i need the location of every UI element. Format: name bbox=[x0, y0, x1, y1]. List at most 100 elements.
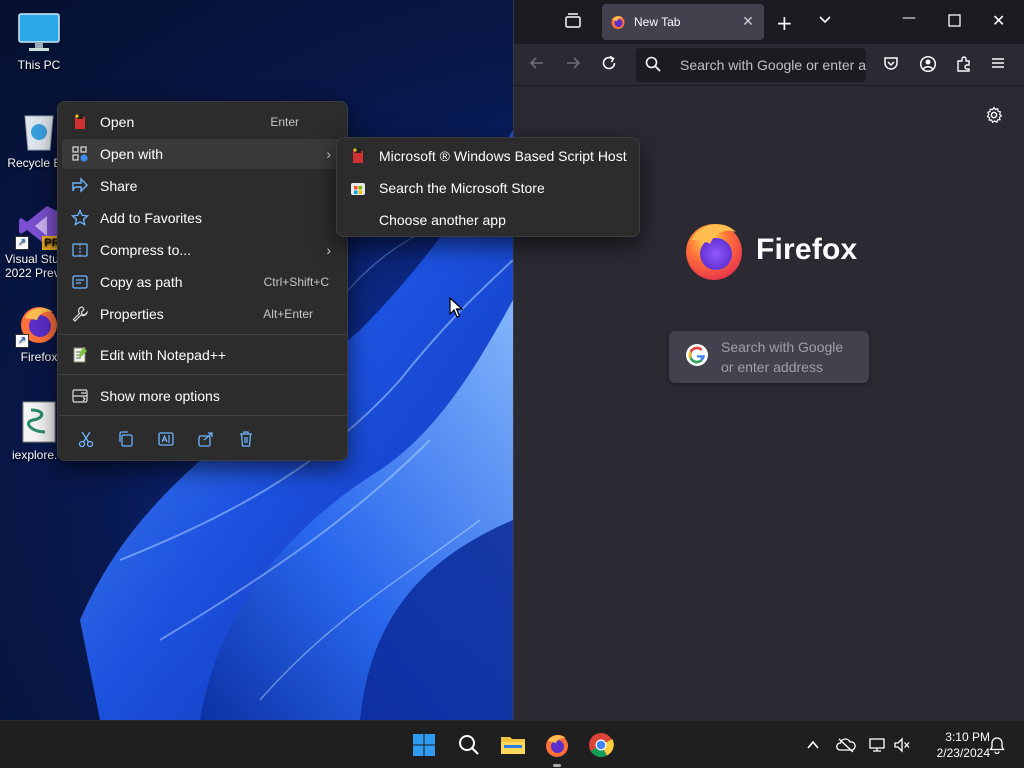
notification-bell-icon[interactable] bbox=[986, 721, 1008, 768]
menu-item-label: Show more options bbox=[100, 388, 220, 404]
visual-studio-icon: PRE ↗ bbox=[15, 204, 69, 250]
cut-icon[interactable] bbox=[66, 426, 106, 452]
menu-item-open[interactable]: Open Enter bbox=[62, 107, 343, 137]
star-icon bbox=[70, 208, 90, 228]
menu-item-add-to-favorites[interactable]: Add to Favorites bbox=[62, 203, 343, 233]
taskbar: 3:10 PM 2/23/2024 bbox=[0, 720, 1024, 768]
chevron-right-icon: › bbox=[326, 146, 331, 162]
file-explorer-button[interactable] bbox=[497, 729, 529, 761]
google-icon bbox=[685, 343, 709, 371]
list-all-tabs-icon[interactable] bbox=[818, 12, 832, 31]
script-icon bbox=[70, 112, 90, 132]
system-clock[interactable]: 3:10 PM 2/23/2024 bbox=[918, 729, 990, 761]
menu-separator bbox=[58, 374, 347, 375]
open-with-icon bbox=[70, 144, 90, 164]
close-window-icon[interactable]: ✕ bbox=[992, 11, 1005, 30]
copy-path-icon bbox=[70, 272, 90, 292]
gear-icon[interactable] bbox=[985, 106, 1003, 128]
menu-item-label: Properties bbox=[100, 306, 164, 322]
firefox-wordmark: Firefox bbox=[756, 233, 858, 266]
menu-item-edit-with-notepad[interactable]: Edit with Notepad++ bbox=[62, 340, 343, 370]
reload-icon[interactable] bbox=[600, 54, 618, 76]
start-button[interactable] bbox=[408, 729, 440, 761]
menu-item-show-more-options[interactable]: Show more options bbox=[62, 381, 343, 411]
menu-item-shortcut: Ctrl+Shift+C bbox=[263, 275, 329, 289]
account-icon[interactable] bbox=[919, 55, 937, 77]
back-icon[interactable] bbox=[528, 54, 546, 76]
folder-icon bbox=[501, 737, 525, 754]
running-indicator bbox=[553, 764, 561, 767]
new-tab-search-box[interactable]: Search with Google or enter address bbox=[669, 331, 869, 383]
menu-item-properties[interactable]: Properties Alt+Enter bbox=[62, 299, 343, 329]
pocket-icon[interactable] bbox=[882, 55, 900, 77]
minimize-icon[interactable]: — bbox=[902, 10, 916, 26]
search-button[interactable] bbox=[453, 729, 485, 761]
rename-icon[interactable] bbox=[146, 426, 186, 452]
submenu-item-script-host[interactable]: Microsoft ® Windows Based Script Host bbox=[341, 141, 635, 171]
tab-new-tab[interactable]: New Tab ✕ bbox=[602, 4, 764, 40]
chrome-icon bbox=[589, 733, 614, 758]
delete-icon[interactable] bbox=[226, 426, 266, 452]
menu-item-label: Copy as path bbox=[100, 274, 183, 290]
maximize-icon[interactable] bbox=[948, 12, 961, 31]
close-tab-icon[interactable]: ✕ bbox=[740, 14, 756, 30]
clock-time: 3:10 PM bbox=[945, 730, 990, 744]
firefox-favicon-icon bbox=[610, 14, 626, 30]
copy-icon[interactable] bbox=[106, 426, 146, 452]
submenu-item-label: Microsoft ® Windows Based Script Host bbox=[379, 148, 627, 164]
taskbar-chrome-button[interactable] bbox=[585, 729, 617, 761]
windows-logo-icon bbox=[413, 734, 435, 756]
taskbar-firefox-button[interactable] bbox=[541, 729, 573, 767]
volume-muted-icon[interactable] bbox=[892, 721, 912, 768]
clock-date: 2/23/2024 bbox=[936, 746, 990, 760]
menu-item-copy-as-path[interactable]: Copy as path Ctrl+Shift+C bbox=[62, 267, 343, 297]
script-host-icon bbox=[349, 147, 367, 165]
search-icon bbox=[644, 55, 666, 76]
shortcut-arrow-icon: ↗ bbox=[15, 334, 29, 348]
forward-icon[interactable] bbox=[564, 54, 582, 76]
menu-separator bbox=[58, 334, 347, 335]
context-menu: Open Enter Open with › Share Add to Favo… bbox=[57, 101, 348, 461]
app-menu-icon[interactable] bbox=[990, 55, 1006, 75]
menu-item-label: Share bbox=[100, 178, 138, 194]
open-with-submenu: Microsoft ® Windows Based Script Host Se… bbox=[336, 137, 640, 237]
share-icon[interactable] bbox=[186, 426, 226, 452]
recycle-bin-icon bbox=[17, 108, 61, 152]
menu-item-compress[interactable]: Compress to... › bbox=[62, 235, 343, 265]
mouse-cursor-icon bbox=[449, 296, 464, 323]
menu-item-label: Open with bbox=[100, 146, 164, 162]
wrench-icon bbox=[70, 304, 90, 324]
search-placeholder: Search with Google or enter address bbox=[721, 339, 844, 375]
menu-item-label: Add to Favorites bbox=[100, 210, 202, 226]
store-icon bbox=[349, 179, 367, 197]
submenu-item-microsoft-store[interactable]: Search the Microsoft Store bbox=[341, 173, 635, 203]
menu-item-label: Open bbox=[100, 114, 135, 130]
tab-title: New Tab bbox=[634, 15, 681, 29]
menu-item-share[interactable]: Share bbox=[62, 171, 343, 201]
desktop-icon-label: This PC bbox=[17, 58, 61, 72]
search-icon bbox=[459, 735, 479, 755]
quick-actions-bar bbox=[66, 426, 266, 452]
url-placeholder: Search with Google or enter a bbox=[680, 57, 866, 73]
share-icon bbox=[70, 176, 90, 196]
chevron-right-icon: › bbox=[326, 242, 331, 258]
menu-item-label: Compress to... bbox=[100, 242, 192, 258]
notepad-plus-icon bbox=[70, 345, 90, 365]
firefox-window: New Tab ✕ + — ✕ Search with Google or en… bbox=[513, 0, 1024, 720]
desktop-icon-this-pc[interactable]: This PC bbox=[0, 10, 78, 72]
submenu-item-choose-another-app[interactable]: Choose another app bbox=[341, 205, 635, 235]
menu-item-open-with[interactable]: Open with › bbox=[62, 139, 343, 169]
menu-item-label: Edit with Notepad++ bbox=[100, 347, 227, 363]
network-icon[interactable] bbox=[866, 721, 888, 768]
firefox-view-icon[interactable] bbox=[564, 12, 582, 34]
firefox-logo-icon bbox=[686, 224, 742, 280]
more-options-icon bbox=[70, 386, 90, 406]
firefox-icon bbox=[546, 735, 568, 757]
extensions-icon[interactable] bbox=[955, 55, 973, 77]
show-hidden-icons-chevron-up-icon[interactable] bbox=[802, 721, 824, 768]
onedrive-offline-icon[interactable] bbox=[834, 721, 858, 768]
firefox-nav-bar: Search with Google or enter a bbox=[514, 44, 1024, 86]
new-tab-icon[interactable]: + bbox=[776, 11, 793, 35]
url-bar[interactable]: Search with Google or enter a bbox=[636, 48, 866, 82]
menu-separator bbox=[58, 415, 347, 416]
